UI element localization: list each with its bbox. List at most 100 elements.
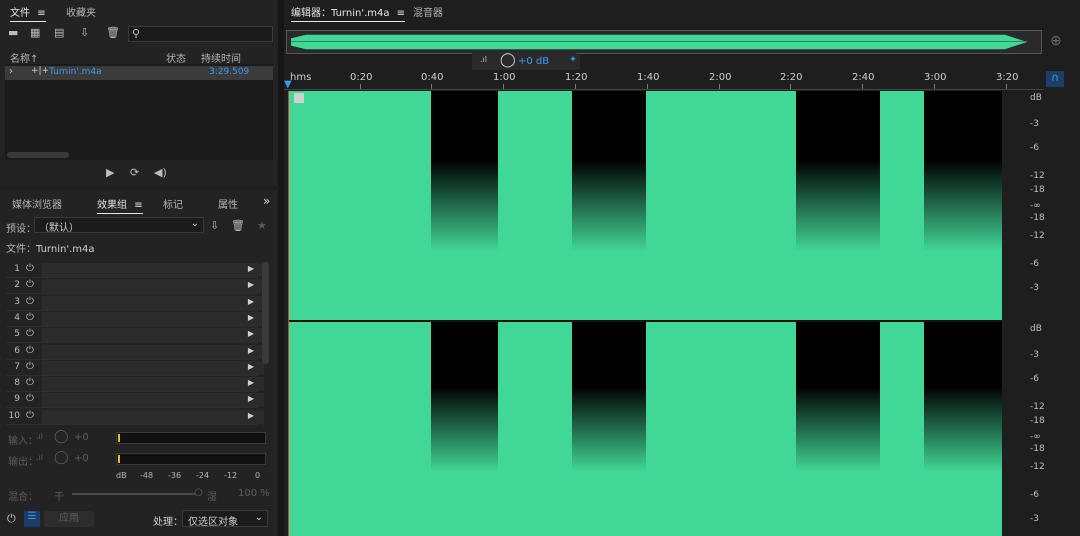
effect-slot[interactable]: 4 ⏻ ▶: [6, 311, 264, 327]
time-ruler[interactable]: hms 0:20 0:40 1:00 1:20 1:40 2:00 2:20 2:40 3:00…: [284, 70, 1044, 90]
chevron-right-icon[interactable]: ▶: [248, 280, 254, 289]
snap-magnet-icon[interactable]: ∩: [1046, 71, 1064, 87]
vertical-scrollbar[interactable]: [262, 262, 269, 364]
menu-icon[interactable]: ≡: [134, 200, 142, 211]
effect-slot-field[interactable]: [42, 328, 264, 343]
column-status[interactable]: 状态: [166, 50, 186, 65]
effect-slot[interactable]: 7 ⏻ ▶: [6, 360, 264, 376]
output-value[interactable]: +0: [74, 453, 89, 464]
mix-row: 混合： 干 ○ 湿 100 %: [6, 487, 272, 503]
play-icon[interactable]: ▶: [106, 166, 114, 179]
column-duration[interactable]: 持续时间: [201, 50, 241, 65]
effect-slot[interactable]: 1 ⏻ ▶: [6, 262, 264, 278]
power-icon[interactable]: ⏻: [26, 377, 34, 388]
waveform-area[interactable]: [288, 91, 1002, 536]
autoplay-speaker-icon[interactable]: ◀): [154, 166, 167, 179]
power-icon[interactable]: ⏻: [26, 328, 34, 339]
effect-slot-field[interactable]: [42, 295, 264, 310]
loop-icon[interactable]: ⟳: [130, 166, 139, 179]
power-icon[interactable]: ⏻: [26, 393, 34, 404]
effect-slot-field[interactable]: [42, 360, 264, 375]
export-icon[interactable]: ⇩: [80, 26, 89, 39]
effect-slot[interactable]: 10 ⏻ ▶: [6, 409, 264, 425]
power-icon[interactable]: ⏻: [26, 296, 34, 307]
mix-slider-handle[interactable]: ○: [194, 487, 203, 498]
time-tick-label: 2:00: [709, 72, 732, 83]
effect-slot[interactable]: 6 ⏻ ▶: [6, 344, 264, 360]
favorite-star-icon[interactable]: ★: [257, 219, 267, 232]
mix-value[interactable]: 100 %: [238, 488, 270, 499]
column-name[interactable]: 名称↑: [10, 50, 38, 65]
power-icon[interactable]: ⏻: [7, 512, 16, 526]
chevron-right-icon[interactable]: ▶: [248, 394, 254, 403]
db-scale-label: -18: [1030, 185, 1045, 195]
chevron-right-icon[interactable]: ▶: [248, 346, 254, 355]
power-icon[interactable]: ⏻: [26, 263, 34, 274]
chevron-right-icon[interactable]: ▶: [248, 297, 254, 306]
apply-button[interactable]: 应用: [44, 511, 94, 527]
effect-slot-field[interactable]: [42, 263, 264, 277]
power-icon[interactable]: ⏻: [26, 361, 34, 372]
volume-value[interactable]: +0 dB: [518, 56, 549, 67]
mix-slider[interactable]: [72, 493, 196, 495]
more-tabs-icon[interactable]: »: [263, 194, 270, 208]
chevron-right-icon[interactable]: ▶: [248, 411, 254, 420]
effect-slot-field[interactable]: [42, 311, 264, 326]
volume-knob-icon[interactable]: ◯: [500, 52, 516, 68]
import-icon[interactable]: ▦: [30, 26, 40, 39]
tab-media-browser[interactable]: 媒体浏览器: [12, 196, 62, 211]
open-folder-icon[interactable]: ▬: [8, 26, 18, 39]
pin-hud-icon[interactable]: ✦: [566, 55, 580, 69]
power-icon[interactable]: ⏻: [26, 312, 34, 323]
delete-preset-icon[interactable]: 🗑: [231, 219, 245, 232]
effect-slot[interactable]: 2 ⏻ ▶: [6, 278, 264, 295]
power-icon[interactable]: ⏻: [26, 410, 34, 421]
effect-slot[interactable]: 8 ⏻ ▶: [6, 376, 264, 393]
expand-chevron-icon[interactable]: ›: [9, 66, 13, 77]
power-icon[interactable]: ⏻: [26, 279, 34, 290]
chevron-right-icon[interactable]: ▶: [248, 362, 254, 371]
horizontal-scrollbar[interactable]: [7, 152, 69, 158]
overview-strip[interactable]: [286, 30, 1042, 54]
tab-mixer[interactable]: 混音器: [413, 4, 443, 19]
list-view-icon[interactable]: ☰: [24, 511, 40, 527]
power-icon[interactable]: ⏻: [26, 345, 34, 356]
effect-slot-field[interactable]: [42, 409, 264, 424]
preset-dropdown[interactable]: （默认） ⌄: [34, 217, 204, 234]
menu-icon[interactable]: ≡: [37, 8, 45, 19]
tab-markers[interactable]: 标记: [163, 196, 183, 211]
effect-slot[interactable]: 9 ⏻ ▶: [6, 392, 264, 409]
mix-dry-label: 干: [54, 492, 64, 503]
tab-properties[interactable]: 属性: [218, 196, 238, 211]
menu-icon[interactable]: ≡: [397, 8, 405, 19]
tab-effects-rack[interactable]: 效果组 ≡: [97, 196, 143, 214]
effect-slot[interactable]: 3 ⏻ ▶: [6, 295, 264, 311]
input-value[interactable]: +0: [74, 432, 89, 443]
chevron-right-icon[interactable]: ▶: [248, 264, 254, 273]
input-knob-icon[interactable]: ◯: [54, 429, 69, 444]
effect-slot-number: 10: [8, 410, 20, 421]
tab-editor[interactable]: 编辑器：Turnin'.m4a ≡: [291, 4, 406, 22]
new-file-icon[interactable]: ▤: [54, 26, 64, 39]
chevron-right-icon[interactable]: ▶: [248, 313, 254, 322]
time-tick-mark: [647, 84, 648, 89]
zoom-navigator-icon[interactable]: ⊕: [1050, 33, 1062, 49]
effect-slot-field[interactable]: [42, 279, 264, 294]
process-dropdown[interactable]: 仅选区对象 ⌄: [182, 510, 268, 528]
effect-slot-field[interactable]: [42, 344, 264, 359]
file-list: › +|+ Turnin'.m4a 3:29.509: [5, 64, 273, 160]
chevron-right-icon[interactable]: ▶: [248, 329, 254, 338]
effect-slot-field[interactable]: [42, 393, 264, 408]
delete-icon[interactable]: 🗑: [106, 26, 120, 39]
search-input[interactable]: ⚲: [128, 26, 273, 42]
chevron-right-icon[interactable]: ▶: [248, 378, 254, 387]
list-item[interactable]: › +|+ Turnin'.m4a 3:29.509: [5, 66, 273, 80]
output-knob-icon[interactable]: ◯: [54, 450, 69, 465]
save-preset-icon[interactable]: ⇩: [210, 219, 219, 232]
fade-in-handle-icon[interactable]: [294, 93, 304, 103]
effect-slot-field[interactable]: [42, 377, 264, 392]
tab-favorites[interactable]: 收藏夹: [66, 4, 96, 19]
effect-slot[interactable]: 5 ⏻ ▶: [6, 327, 264, 344]
playhead-marker-icon[interactable]: ▼: [284, 79, 292, 90]
tab-files[interactable]: 文件 ≡: [10, 4, 46, 22]
